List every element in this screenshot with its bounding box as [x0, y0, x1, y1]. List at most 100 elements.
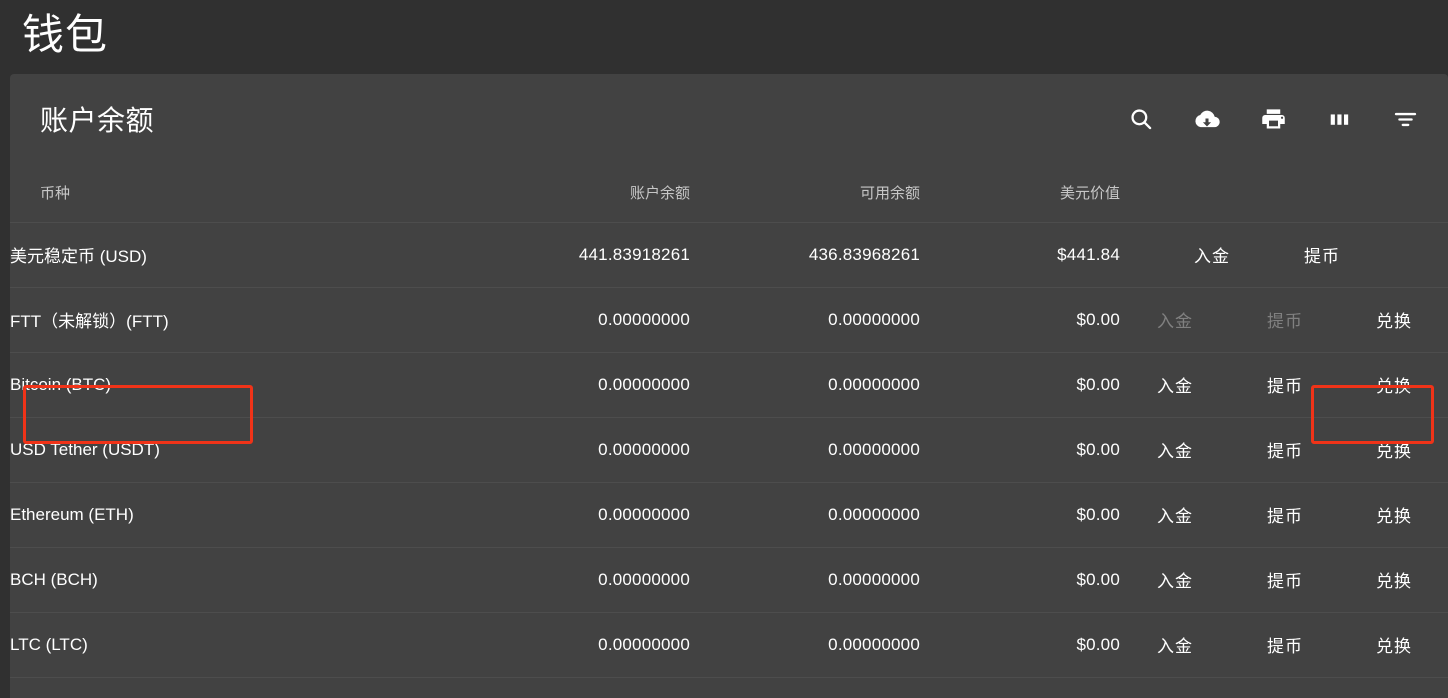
cell-action: 兑换	[1340, 612, 1448, 677]
cell-action: 入金	[1120, 612, 1230, 677]
cell-available: 0.00000000	[690, 547, 920, 612]
withdraw-button[interactable]: 提币	[1304, 242, 1340, 267]
card-title: 账户余额	[40, 74, 154, 164]
deposit-button[interactable]: 入金	[1157, 632, 1193, 657]
cell-usd-value: $0.00	[920, 547, 1120, 612]
view-columns-button[interactable]	[1316, 96, 1362, 142]
withdraw-button[interactable]: 提币	[1267, 632, 1303, 657]
cell-currency: LTC (LTC)	[10, 612, 530, 677]
table-row: FTT（未解锁）(FTT)0.000000000.00000000$0.00入金…	[10, 287, 1448, 352]
convert-button[interactable]: 兑换	[1376, 502, 1412, 527]
column-header-action-2	[1230, 164, 1340, 222]
cell-currency: BCH (BCH)	[10, 547, 530, 612]
cell-action: 入金	[1120, 287, 1230, 352]
cell-balance: 0.00000000	[530, 612, 690, 677]
withdraw-button: 提币	[1267, 307, 1303, 332]
cell-action: 兑换	[1340, 482, 1448, 547]
cell-action: 入金	[1120, 482, 1230, 547]
cell-usd-value: $441.84	[920, 222, 1120, 287]
column-header-balance[interactable]: 账户余额	[530, 164, 690, 222]
filter-icon	[1392, 106, 1419, 133]
deposit-button[interactable]: 入金	[1157, 567, 1193, 592]
table-row: BCH (BCH)0.000000000.00000000$0.00入金提币兑换	[10, 547, 1448, 612]
table-row: Ethereum (ETH)0.000000000.00000000$0.00入…	[10, 482, 1448, 547]
cell-usd-value: $0.00	[920, 352, 1120, 417]
cell-available: 0.00000000	[690, 482, 920, 547]
convert-button[interactable]: 兑换	[1376, 437, 1412, 462]
table-row: 美元稳定币 (USD)441.83918261436.83968261$441.…	[10, 222, 1448, 287]
cell-action: 入金	[1120, 352, 1230, 417]
convert-button[interactable]: 兑换	[1376, 372, 1412, 397]
deposit-button[interactable]: 入金	[1157, 502, 1193, 527]
cell-balance: 441.83918261	[530, 222, 690, 287]
cell-balance: 0.00000000	[530, 417, 690, 482]
cell-balance: 0.00000000	[530, 287, 690, 352]
cell-available: 0.00000000	[690, 352, 920, 417]
view-columns-icon	[1326, 106, 1353, 133]
balances-table: 币种 账户余额 可用余额 美元价值 美元稳定币 (USD)441.8391826…	[10, 164, 1448, 678]
cell-action: 兑换	[1340, 417, 1448, 482]
search-button[interactable]	[1118, 96, 1164, 142]
cell-action: 提币	[1230, 222, 1340, 287]
cell-available: 0.00000000	[690, 612, 920, 677]
filter-button[interactable]	[1382, 96, 1428, 142]
table-row: USD Tether (USDT)0.000000000.00000000$0.…	[10, 417, 1448, 482]
withdraw-button[interactable]: 提币	[1267, 567, 1303, 592]
cell-action: 提币	[1230, 482, 1340, 547]
withdraw-button[interactable]: 提币	[1267, 437, 1303, 462]
cell-usd-value: $0.00	[920, 417, 1120, 482]
cell-currency: 美元稳定币 (USD)	[10, 222, 530, 287]
cell-balance: 0.00000000	[530, 482, 690, 547]
wallet-page: 钱包 账户余额	[0, 0, 1448, 698]
cell-action: 兑换	[1340, 287, 1448, 352]
cell-currency: FTT（未解锁）(FTT)	[10, 287, 530, 352]
cell-action: 入金	[1120, 547, 1230, 612]
page-title: 钱包	[22, 4, 108, 66]
download-button[interactable]	[1184, 96, 1230, 142]
table-row: LTC (LTC)0.000000000.00000000$0.00入金提币兑换	[10, 612, 1448, 677]
cell-usd-value: $0.00	[920, 612, 1120, 677]
card-toolbar: 账户余额	[10, 74, 1448, 164]
cell-action: 入金	[1120, 222, 1230, 287]
cell-action: 提币	[1230, 287, 1340, 352]
cell-currency: Ethereum (ETH)	[10, 482, 530, 547]
deposit-button: 入金	[1157, 307, 1193, 332]
table-row: Bitcoin (BTC)0.000000000.00000000$0.00入金…	[10, 352, 1448, 417]
cell-balance: 0.00000000	[530, 352, 690, 417]
deposit-button[interactable]: 入金	[1157, 437, 1193, 462]
account-balance-card: 账户余额	[10, 74, 1448, 698]
column-header-action-1	[1120, 164, 1230, 222]
cell-available: 436.83968261	[690, 222, 920, 287]
cell-balance: 0.00000000	[530, 547, 690, 612]
deposit-button[interactable]: 入金	[1194, 242, 1230, 267]
cell-usd-value: $0.00	[920, 287, 1120, 352]
withdraw-button[interactable]: 提币	[1267, 372, 1303, 397]
table-header-row: 币种 账户余额 可用余额 美元价值	[10, 164, 1448, 222]
cell-available: 0.00000000	[690, 287, 920, 352]
cell-currency: USD Tether (USDT)	[10, 417, 530, 482]
column-header-action-3	[1340, 164, 1448, 222]
print-icon	[1260, 106, 1287, 133]
cloud-download-icon	[1193, 105, 1221, 133]
convert-button[interactable]: 兑换	[1376, 307, 1412, 332]
cell-usd-value: $0.00	[920, 482, 1120, 547]
deposit-button[interactable]: 入金	[1157, 372, 1193, 397]
table-body: 美元稳定币 (USD)441.83918261436.83968261$441.…	[10, 222, 1448, 677]
cell-action: 入金	[1120, 417, 1230, 482]
cell-action: 提币	[1230, 417, 1340, 482]
convert-button[interactable]: 兑换	[1376, 632, 1412, 657]
cell-action: 提币	[1230, 547, 1340, 612]
column-header-usd-value[interactable]: 美元价值	[920, 164, 1120, 222]
column-header-currency[interactable]: 币种	[10, 164, 530, 222]
print-button[interactable]	[1250, 96, 1296, 142]
cell-action: 提币	[1230, 612, 1340, 677]
convert-button[interactable]: 兑换	[1376, 567, 1412, 592]
withdraw-button[interactable]: 提币	[1267, 502, 1303, 527]
cell-available: 0.00000000	[690, 417, 920, 482]
column-header-available[interactable]: 可用余额	[690, 164, 920, 222]
toolbar-actions	[1118, 74, 1428, 164]
cell-action: 提币	[1230, 352, 1340, 417]
cell-action	[1340, 222, 1448, 287]
cell-currency: Bitcoin (BTC)	[10, 352, 530, 417]
cell-action: 兑换	[1340, 352, 1448, 417]
